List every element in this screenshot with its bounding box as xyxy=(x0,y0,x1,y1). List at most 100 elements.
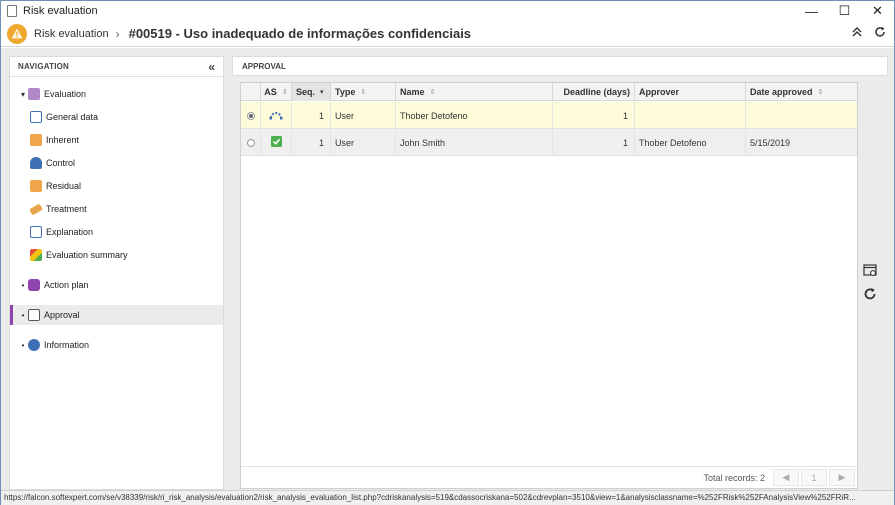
nav-item-general-data[interactable]: General data xyxy=(10,107,223,127)
nav-item-information[interactable]: • Information xyxy=(10,335,223,355)
grid-header: AS ⇕ Seq. ▾ Type ⇕ Name ⇕ Deadline (days) Ap… xyxy=(241,83,857,101)
information-icon xyxy=(28,339,40,351)
nav-label: Approval xyxy=(44,310,80,320)
status-bar: https://falcon.softexpert.com/se/v38339/… xyxy=(1,490,894,505)
nav-label: Evaluation xyxy=(44,89,87,99)
breadcrumb-separator-icon: › xyxy=(115,26,120,41)
navigation-heading: NAVIGATION xyxy=(18,62,70,71)
column-label: Name xyxy=(400,87,425,97)
radio-button[interactable] xyxy=(246,111,255,120)
control-icon xyxy=(30,157,42,169)
column-label: Approver xyxy=(639,87,680,97)
column-label: Type xyxy=(335,87,356,97)
nav-item-approval[interactable]: • Approval xyxy=(10,305,223,325)
header-tools xyxy=(852,26,886,41)
nav-item-evaluation-summary[interactable]: Evaluation summary xyxy=(10,245,223,265)
bullet-icon: • xyxy=(21,310,25,320)
type-cell: User xyxy=(331,129,396,156)
bullet-icon: • xyxy=(21,340,25,350)
column-label: AS xyxy=(264,87,277,97)
pager: ◀ 1 ▶ xyxy=(773,469,855,486)
column-label: Seq. xyxy=(296,87,316,97)
column-header-type[interactable]: Type ⇕ xyxy=(331,83,396,101)
maximize-button[interactable]: ☐ xyxy=(828,1,861,21)
in-progress-icon xyxy=(269,110,283,122)
window-controls: — ☐ ✕ xyxy=(795,1,894,21)
nav-item-control[interactable]: Control xyxy=(10,153,223,173)
approver-cell xyxy=(635,102,746,129)
collapse-up-icon[interactable] xyxy=(852,26,862,41)
deadline-cell: 1 xyxy=(553,129,635,156)
treatment-icon xyxy=(29,202,43,216)
nav-label: Control xyxy=(46,158,76,168)
column-header-name[interactable]: Name ⇕ xyxy=(396,83,553,101)
column-header-seq[interactable]: Seq. ▾ xyxy=(292,83,331,101)
approval-header: APPROVAL xyxy=(232,56,888,76)
approval-panel: APPROVAL AS ⇕ Seq. ▾ Type ⇕ Name ⇕ Deadline … xyxy=(232,56,888,490)
page-number[interactable]: 1 xyxy=(801,469,827,486)
date-approved-cell: 5/15/2019 xyxy=(750,137,791,148)
approved-check-icon xyxy=(270,136,282,149)
name-cell: Thober Detofeno xyxy=(396,102,553,129)
as-cell xyxy=(261,129,292,156)
close-button[interactable]: ✕ xyxy=(861,1,894,21)
refresh-icon[interactable] xyxy=(874,26,886,41)
evaluation-summary-icon xyxy=(30,249,42,261)
table-row[interactable]: 1 User Thober Detofeno 1 xyxy=(241,102,857,129)
title-bar: Risk evaluation — ☐ ✕ xyxy=(1,1,894,21)
radio-button[interactable] xyxy=(246,138,255,147)
nav-item-explanation[interactable]: Explanation xyxy=(10,222,223,242)
column-header-date-approved[interactable]: Date approved ⇕ xyxy=(746,83,857,101)
side-toolbar xyxy=(859,264,881,306)
nav-item-treatment[interactable]: Treatment xyxy=(10,199,223,219)
nav-label: Evaluation summary xyxy=(46,250,128,260)
seq-cell: 1 xyxy=(292,102,331,129)
nav-label: Treatment xyxy=(46,204,87,214)
deadline-cell: 1 xyxy=(553,102,635,129)
page-header: Risk evaluation › #00519 - Uso inadequad… xyxy=(1,21,894,47)
nav-item-residual[interactable]: Residual xyxy=(10,176,223,196)
row-select[interactable] xyxy=(241,102,261,129)
view-record-icon[interactable] xyxy=(862,264,878,282)
sort-icon: ⇕ xyxy=(360,89,367,96)
inherent-icon xyxy=(30,134,42,146)
action-plan-icon xyxy=(28,279,40,291)
approval-heading: APPROVAL xyxy=(242,61,286,71)
next-page-icon[interactable]: ▶ xyxy=(829,469,855,486)
navigation-panel: NAVIGATION « ▾ Evaluation General data I… xyxy=(9,56,224,490)
collapse-left-icon[interactable]: « xyxy=(208,60,215,74)
refresh-icon[interactable] xyxy=(863,287,877,306)
approval-icon xyxy=(28,309,40,321)
previous-page-icon[interactable]: ◀ xyxy=(773,469,799,486)
nav-label: Inherent xyxy=(46,135,80,145)
nav-item-evaluation[interactable]: ▾ Evaluation xyxy=(10,84,223,104)
expand-arrow-icon[interactable]: ▾ xyxy=(18,90,28,99)
approval-grid: AS ⇕ Seq. ▾ Type ⇕ Name ⇕ Deadline (days) Ap… xyxy=(240,82,858,489)
minimize-button[interactable]: — xyxy=(795,1,828,21)
date-approved-cell xyxy=(746,102,857,129)
column-label: Deadline (days) xyxy=(563,87,630,97)
breadcrumb[interactable]: Risk evaluation xyxy=(34,28,109,40)
column-header-approver[interactable]: Approver xyxy=(635,83,746,101)
document-icon xyxy=(7,5,17,17)
select-column-header xyxy=(241,83,261,101)
general-data-icon xyxy=(30,111,42,123)
residual-icon xyxy=(30,180,42,192)
window-title: Risk evaluation xyxy=(23,5,98,17)
page-title: #00519 - Uso inadequado de informações c… xyxy=(128,26,472,41)
sort-icon: ⇕ xyxy=(281,89,288,96)
table-row[interactable]: 1 User John Smith 1 Thober Detofeno 5/15… xyxy=(241,129,857,156)
sort-icon: ⇕ xyxy=(429,89,436,96)
nav-label: Explanation xyxy=(46,227,94,237)
evaluation-icon xyxy=(28,88,40,100)
total-records: Total records: 2 xyxy=(703,473,765,483)
nav-item-inherent[interactable]: Inherent xyxy=(10,130,223,150)
nav-item-action-plan[interactable]: • Action plan xyxy=(10,275,223,295)
sort-desc-icon: ▾ xyxy=(320,89,324,96)
column-header-deadline[interactable]: Deadline (days) xyxy=(553,83,635,101)
grid-footer: Total records: 2 ◀ 1 ▶ xyxy=(241,466,857,488)
navigation-header: NAVIGATION « xyxy=(10,57,223,77)
bullet-icon: • xyxy=(21,280,25,290)
column-header-as[interactable]: AS ⇕ xyxy=(261,83,292,101)
row-select[interactable] xyxy=(241,129,261,156)
